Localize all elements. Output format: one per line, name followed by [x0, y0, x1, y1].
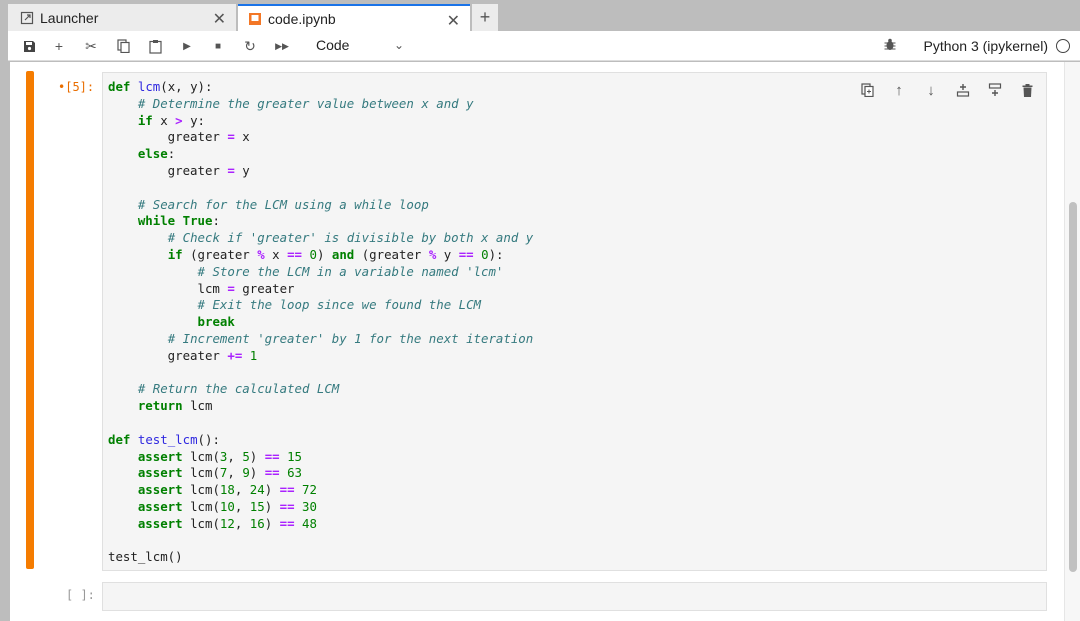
cut-icon[interactable]: ✂: [82, 37, 100, 55]
tab-code-ipynb[interactable]: code.ipynb ✕: [238, 4, 470, 31]
code-line: assert lcm(3, 5) == 15: [137, 448, 303, 464]
notebook-icon: [248, 12, 262, 26]
scrollbar-thumb[interactable]: [1069, 202, 1077, 572]
run-all-icon[interactable]: ▶▶: [273, 37, 291, 55]
code-cell[interactable]: def lcm(x, y): # Determine the greater v…: [102, 72, 1047, 571]
copy-icon[interactable]: [114, 37, 132, 55]
kernel-name[interactable]: Python 3 (ipykernel): [923, 38, 1048, 54]
code-line: assert lcm(7, 9) == 63: [137, 465, 303, 481]
insert-above-icon[interactable]: [954, 81, 972, 99]
code-line: def lcm(x, y):: [108, 79, 213, 94]
restart-icon[interactable]: ↻: [241, 37, 259, 55]
code-editor[interactable]: def lcm(x, y): # Determine the greater v…: [108, 79, 533, 566]
chevron-down-icon[interactable]: ⌄: [394, 38, 404, 52]
code-line: while True:: [137, 213, 220, 229]
tab-label: code.ipynb: [268, 10, 336, 27]
code-line: assert lcm(18, 24) == 72: [137, 482, 317, 498]
empty-code-cell[interactable]: [102, 582, 1047, 611]
code-line: # Check if 'greater' is divisible by bot…: [167, 230, 534, 246]
paste-icon[interactable]: [146, 37, 164, 55]
add-cell-icon[interactable]: +: [50, 37, 68, 55]
run-icon[interactable]: ▶: [178, 37, 196, 55]
code-line: # Increment 'greater' by 1 for the next …: [167, 330, 534, 346]
code-line: test_lcm(): [108, 549, 183, 565]
code-line: greater = x: [108, 129, 250, 145]
code-line: # Search for the LCM using a while loop: [137, 196, 429, 212]
move-up-icon[interactable]: ↑: [890, 81, 908, 99]
tab-launcher[interactable]: Launcher ✕: [8, 4, 236, 31]
tab-label: Launcher: [40, 9, 99, 26]
code-line: if (greater % x == 0) and (greater % y =…: [167, 246, 504, 262]
tab-bar: Launcher ✕ code.ipynb ✕ +: [0, 0, 1080, 31]
code-line: else:: [137, 146, 176, 162]
stop-icon[interactable]: ■: [209, 37, 227, 55]
duplicate-icon[interactable]: [858, 81, 876, 99]
code-line: break: [197, 314, 235, 330]
code-line: greater += 1: [108, 347, 258, 363]
close-icon[interactable]: ✕: [213, 9, 226, 29]
scrollbar[interactable]: [1064, 62, 1080, 621]
code-line: lcm = greater: [108, 280, 295, 296]
save-icon[interactable]: [20, 37, 38, 55]
code-line: # Return the calculated LCM: [137, 381, 340, 397]
kernel-status-icon: [1056, 39, 1070, 53]
code-line: return lcm: [137, 398, 213, 414]
close-icon[interactable]: ✕: [447, 11, 460, 31]
debugger-icon[interactable]: [884, 38, 896, 54]
active-cell-indicator: [26, 71, 34, 569]
insert-below-icon[interactable]: [986, 81, 1004, 99]
cell-type-select[interactable]: Code: [316, 37, 349, 53]
code-line: def test_lcm():: [108, 431, 220, 447]
launcher-icon: [20, 11, 34, 25]
new-tab-button[interactable]: +: [472, 4, 498, 31]
code-line: greater = y: [108, 162, 250, 178]
code-line: if x > y:: [137, 112, 206, 128]
code-line: # Determine the greater value between x …: [137, 95, 474, 111]
cell-prompt: •[5]:: [58, 80, 95, 94]
left-divider: [8, 62, 10, 621]
cell-toolbar: ↑ ↓: [858, 81, 1036, 99]
code-line: # Store the LCM in a variable named 'lcm…: [197, 263, 504, 279]
notebook-panel: •[5]: def lcm(x, y): # Determine the gre…: [8, 62, 1080, 621]
code-line: assert lcm(10, 15) == 30: [137, 498, 317, 514]
notebook-toolbar: + ✂ ▶ ■ ↻ ▶▶ Code ⌄ Python 3 (ipykernel): [8, 31, 1080, 61]
move-down-icon[interactable]: ↓: [922, 81, 940, 99]
code-line: # Exit the loop since we found the LCM: [197, 297, 482, 313]
cell-prompt: [ ]:: [66, 588, 95, 602]
code-line: assert lcm(12, 16) == 48: [137, 515, 317, 531]
delete-icon[interactable]: [1018, 81, 1036, 99]
